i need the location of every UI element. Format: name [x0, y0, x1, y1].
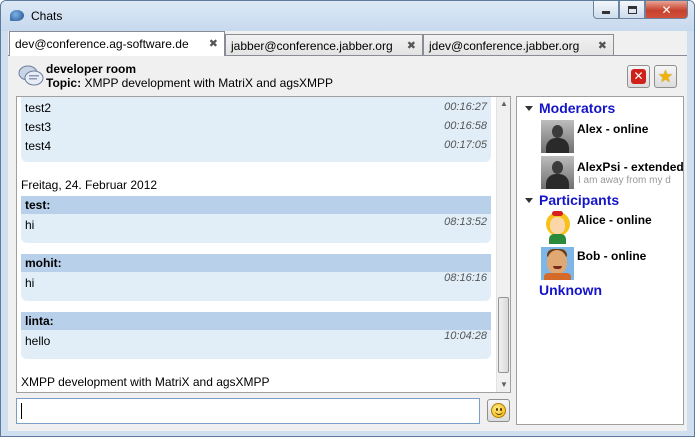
room-name: developer room	[46, 62, 137, 76]
message-sender: mohit:	[21, 254, 491, 272]
chat-scrollbar[interactable]: ▲ ▼	[496, 97, 510, 392]
date-separator: Freitag, 24. Februar 2012	[21, 178, 158, 192]
avatar	[541, 156, 574, 189]
contact-name: Alex	[577, 122, 603, 136]
group-label: Unknown	[539, 282, 602, 298]
scrollbar-thumb[interactable]	[498, 297, 509, 373]
tab-close-icon[interactable]: ✖	[598, 39, 607, 52]
tab-jdev-conference[interactable]: jdev@conference.jabber.org ✖	[423, 34, 614, 55]
message-text: test2	[25, 101, 52, 115]
scroll-down-arrow-icon[interactable]: ▼	[497, 378, 510, 392]
room-topic: Topic: XMPP development with MatriX and …	[46, 76, 333, 90]
message-time: 00:17:05	[444, 139, 487, 151]
roster-group-unknown[interactable]: Unknown	[517, 282, 683, 300]
contact-name: Bob	[577, 249, 601, 263]
avatar	[541, 120, 574, 153]
message-time: 10:04:28	[444, 330, 487, 342]
contact-name-status: Alice - online	[577, 213, 652, 227]
message-sender: test:	[21, 196, 491, 214]
star-icon: ★	[657, 67, 674, 86]
roster-contact-bob[interactable]: Bob - online	[517, 247, 683, 283]
tab-bar: dev@conference.ag-software.de ✖ jabber@c…	[8, 31, 687, 56]
group-label: Participants	[539, 192, 620, 208]
contact-status-message: I am away from my d	[578, 175, 671, 186]
contact-name: AlexPsi	[577, 160, 621, 174]
message-row: test3 00:16:58	[21, 118, 491, 137]
room-panel: developer room Topic: XMPP development w…	[8, 55, 687, 431]
message-time: 08:13:52	[444, 216, 487, 228]
contact-status: online	[611, 249, 647, 263]
message-group: linta: hello 10:04:28	[21, 312, 491, 359]
chat-history[interactable]: test2 00:16:27 test3 00:16:58 test4 00:1…	[16, 96, 511, 393]
message-row: hello 10:04:28	[21, 330, 491, 351]
contact-name-status: AlexPsi - extended	[577, 160, 684, 174]
message-group: test2 00:16:27 test3 00:16:58 test4 00:1…	[21, 97, 491, 162]
tab-jabber-conference[interactable]: jabber@conference.jabber.org ✖	[225, 34, 423, 55]
contact-name-status: Alex - online	[577, 122, 649, 136]
expand-arrow-icon[interactable]	[525, 198, 533, 203]
group-label: Moderators	[539, 100, 616, 116]
scroll-up-arrow-icon[interactable]: ▲	[497, 97, 510, 111]
contact-name-status: Bob - online	[577, 249, 647, 263]
topic-text: XMPP development with MatriX and agsXMPP	[84, 76, 334, 90]
occupant-roster[interactable]: Moderators Alex - online AlexPsi - exten…	[516, 96, 684, 425]
leave-room-button[interactable]: ✕	[627, 65, 650, 88]
maximize-icon	[627, 5, 637, 14]
bookmark-room-button[interactable]: ★	[654, 65, 677, 88]
maximize-button[interactable]	[619, 1, 645, 19]
expand-arrow-icon[interactable]	[525, 106, 533, 111]
emoticon-button[interactable]	[487, 399, 510, 422]
minimize-button[interactable]	[593, 1, 619, 19]
avatar	[541, 211, 574, 244]
contact-status: online	[613, 122, 649, 136]
window-title: Chats	[31, 9, 63, 23]
message-text: hi	[25, 276, 35, 290]
title-bar[interactable]: Chats ✕	[1, 1, 694, 31]
message-sender: linta:	[21, 312, 491, 330]
message-row: hi 08:16:16	[21, 272, 491, 293]
tab-label: jabber@conference.jabber.org	[231, 39, 393, 53]
tab-label: dev@conference.ag-software.de	[15, 37, 189, 51]
chats-window: Chats ✕ dev@conference.ag-software.de ✖ …	[0, 0, 695, 437]
message-text: hello	[25, 334, 51, 348]
subject-change-line: XMPP development with MatriX and agsXMPP	[21, 375, 270, 389]
message-row: test2 00:16:27	[21, 99, 491, 118]
roster-contact-alexpsi[interactable]: AlexPsi - extended I am away from my d	[517, 156, 683, 192]
message-group: mohit: hi 08:16:16	[21, 254, 491, 301]
contact-status: online	[616, 213, 652, 227]
roster-group-moderators[interactable]: Moderators	[517, 100, 683, 118]
close-icon: ✕	[631, 69, 646, 84]
minimize-icon	[602, 11, 610, 14]
close-window-button[interactable]: ✕	[645, 1, 688, 19]
message-row: hi 08:13:52	[21, 216, 491, 235]
message-row: test4 00:17:05	[21, 137, 491, 156]
smiley-icon	[491, 403, 506, 418]
contact-status: extended	[631, 160, 684, 174]
text-caret	[21, 403, 22, 419]
tab-label: jdev@conference.jabber.org	[429, 39, 580, 53]
message-group: test: hi 08:13:52	[21, 196, 491, 243]
message-time: 08:16:16	[444, 272, 487, 284]
tab-close-icon[interactable]: ✖	[209, 37, 218, 50]
message-text: hi	[25, 218, 35, 232]
roster-contact-alex[interactable]: Alex - online	[517, 120, 683, 156]
message-time: 00:16:58	[444, 120, 487, 132]
window-controls: ✕	[593, 1, 688, 20]
chat-bubble-icon	[10, 10, 24, 21]
close-icon: ✕	[661, 2, 672, 17]
roster-contact-alice[interactable]: Alice - online	[517, 211, 683, 247]
message-input[interactable]	[16, 398, 480, 424]
topic-label: Topic:	[46, 76, 82, 90]
roster-group-participants[interactable]: Participants	[517, 192, 683, 210]
message-text: test3	[25, 120, 52, 134]
contact-name: Alice	[577, 213, 606, 227]
message-time: 00:16:27	[444, 101, 487, 113]
message-text: test4	[25, 139, 52, 153]
avatar	[541, 247, 574, 280]
tab-dev-conference[interactable]: dev@conference.ag-software.de ✖	[9, 31, 225, 56]
client-area: dev@conference.ag-software.de ✖ jabber@c…	[8, 31, 687, 431]
tab-close-icon[interactable]: ✖	[407, 39, 416, 52]
group-chat-icon	[18, 65, 44, 86]
